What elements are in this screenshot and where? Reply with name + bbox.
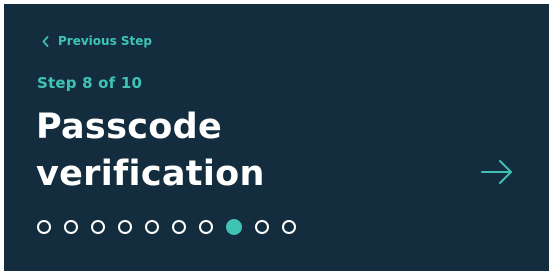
title-line-2: verification xyxy=(36,154,265,194)
chevron-left-icon xyxy=(42,35,49,47)
step-dot[interactable] xyxy=(37,220,51,234)
next-step-button[interactable] xyxy=(480,157,514,187)
step-dot[interactable] xyxy=(64,220,78,234)
arrow-right-icon xyxy=(480,157,514,187)
step-dot[interactable] xyxy=(172,220,186,234)
title-line-1: Passcode xyxy=(36,107,222,147)
step-dot[interactable] xyxy=(91,220,105,234)
step-dot[interactable] xyxy=(282,220,296,234)
step-dot[interactable] xyxy=(118,220,132,234)
step-dot[interactable] xyxy=(199,220,213,234)
step-panel: Previous Step Step 8 of 10 Passcode veri… xyxy=(4,4,549,271)
step-progress-dots xyxy=(37,219,296,235)
step-dot[interactable] xyxy=(255,220,269,234)
previous-step-label: Previous Step xyxy=(58,34,153,48)
previous-step-link[interactable]: Previous Step xyxy=(42,34,152,48)
step-dot-active[interactable] xyxy=(226,219,242,235)
page-title: Passcode verification xyxy=(36,104,416,198)
step-dot[interactable] xyxy=(145,220,159,234)
step-counter: Step 8 of 10 xyxy=(37,74,143,92)
